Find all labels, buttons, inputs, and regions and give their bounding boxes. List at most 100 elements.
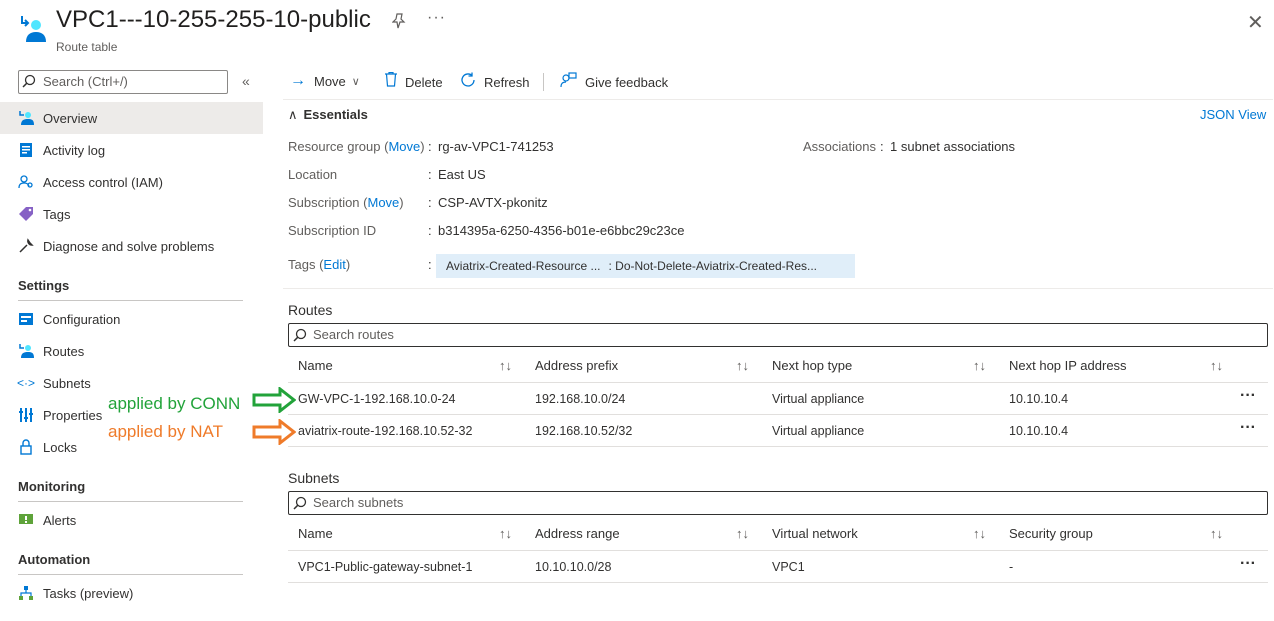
- sidebar-divider: [18, 501, 243, 502]
- row-divider: [288, 414, 1268, 415]
- routes-search-input[interactable]: Search routes: [288, 323, 1268, 347]
- row-more-icon[interactable]: ···: [1240, 555, 1256, 573]
- tags-edit-link[interactable]: Edit: [323, 257, 345, 272]
- associations-label: Associations: [803, 139, 876, 154]
- feedback-label: Give feedback: [585, 75, 669, 90]
- column-header-security-group[interactable]: Security group: [1009, 526, 1093, 541]
- sidebar-item-overview[interactable]: Overview: [0, 102, 263, 134]
- row-divider: [288, 582, 1268, 583]
- collapse-sidebar-icon[interactable]: «: [242, 73, 250, 89]
- route-table-icon: [18, 14, 46, 44]
- sidebar-section-automation: Automation: [18, 552, 91, 567]
- resource-group-label: Resource group (Move): [288, 139, 425, 154]
- subnets-search-input[interactable]: Search subnets: [288, 491, 1268, 515]
- wrench-icon: [18, 238, 34, 254]
- subscription-id-value: b314395a-6250-4356-b01e-e6bbc29c23ce: [438, 223, 685, 238]
- sort-icon[interactable]: ↑↓: [736, 358, 749, 373]
- sidebar-item-routes[interactable]: Routes: [0, 335, 263, 367]
- sidebar-item-tags[interactable]: Tags: [0, 198, 263, 230]
- routes-icon: [18, 343, 34, 359]
- give-feedback-button[interactable]: Give feedback: [560, 72, 668, 93]
- sidebar-divider: [18, 300, 243, 301]
- sort-icon[interactable]: ↑↓: [973, 358, 986, 373]
- sidebar-search-input[interactable]: Search (Ctrl+/): [18, 70, 228, 94]
- subnet-nsg-cell: -: [1009, 560, 1014, 574]
- colon: :: [428, 139, 432, 154]
- sidebar-item-label: Tasks (preview): [43, 585, 134, 601]
- search-icon: [293, 328, 307, 342]
- json-view-link[interactable]: JSON View: [1200, 107, 1266, 122]
- sort-icon[interactable]: ↑↓: [973, 526, 986, 541]
- more-options-icon[interactable]: ···: [427, 9, 446, 27]
- column-header-virtual-network[interactable]: Virtual network: [772, 526, 858, 541]
- sidebar-item-label: Properties: [43, 407, 103, 423]
- refresh-button[interactable]: Refresh: [460, 72, 530, 93]
- colon: :: [428, 167, 432, 182]
- tag-chip[interactable]: Aviatrix-Created-Resource ... : Do-Not-D…: [436, 254, 855, 278]
- subnets-title: Subnets: [288, 470, 340, 486]
- chevron-down-icon: ∨: [351, 75, 360, 88]
- close-icon[interactable]: ✕: [1247, 10, 1264, 35]
- column-header-address-prefix[interactable]: Address prefix: [535, 358, 618, 373]
- column-header-name[interactable]: Name: [298, 526, 333, 541]
- column-header-next-hop-ip[interactable]: Next hop IP address: [1009, 358, 1127, 373]
- arrow-right-icon: →: [290, 72, 306, 89]
- sidebar-item-label: Tags: [43, 206, 71, 222]
- sort-icon[interactable]: ↑↓: [499, 358, 512, 373]
- alerts-icon: [18, 512, 34, 528]
- sidebar-item-label: Locks: [43, 439, 77, 455]
- row-more-icon[interactable]: ···: [1240, 387, 1256, 405]
- colon: :: [880, 139, 884, 154]
- resource-group-move-link[interactable]: Move: [388, 139, 420, 154]
- row-divider: [288, 382, 1268, 383]
- resource-group-value[interactable]: rg-av-VPC1-741253: [438, 139, 554, 154]
- search-icon: [293, 496, 307, 510]
- colon: :: [428, 195, 432, 210]
- essentials-toggle[interactable]: ∧ Essentials: [288, 107, 368, 123]
- column-header-next-hop-type[interactable]: Next hop type: [772, 358, 852, 373]
- row-divider: [288, 446, 1268, 447]
- page-subtitle: Route table: [56, 40, 118, 54]
- annotation-nat: applied by NAT: [108, 422, 223, 441]
- sort-icon[interactable]: ↑↓: [499, 526, 512, 541]
- row-more-icon[interactable]: ···: [1240, 419, 1256, 437]
- routes-title: Routes: [288, 302, 333, 318]
- sidebar-divider: [18, 574, 243, 575]
- subscription-move-link[interactable]: Move: [368, 195, 400, 210]
- tasks-icon: [18, 585, 34, 601]
- configuration-icon: [18, 311, 34, 327]
- column-header-name[interactable]: Name: [298, 358, 333, 373]
- column-header-address-range[interactable]: Address range: [535, 526, 620, 541]
- refresh-icon: [460, 72, 476, 93]
- colon: :: [428, 257, 432, 272]
- move-button[interactable]: → Move ∨: [290, 72, 360, 90]
- pin-icon[interactable]: [391, 13, 406, 33]
- green-arrow-icon: [252, 385, 297, 416]
- sidebar-item-activity-log[interactable]: Activity log: [0, 134, 263, 166]
- delete-button[interactable]: Delete: [385, 71, 443, 92]
- associations-value: 1 subnet associations: [890, 139, 1016, 154]
- sidebar-item-label: Subnets: [43, 375, 91, 391]
- sidebar-item-tasks[interactable]: Tasks (preview): [0, 577, 263, 609]
- properties-icon: [18, 407, 34, 423]
- sort-icon[interactable]: ↑↓: [1210, 526, 1223, 541]
- sidebar-item-diagnose[interactable]: Diagnose and solve problems: [0, 230, 263, 262]
- subscription-id-label: Subscription ID: [288, 223, 377, 238]
- sidebar-item-configuration[interactable]: Configuration: [0, 303, 263, 335]
- sidebar-item-label: Configuration: [43, 311, 121, 327]
- sort-icon[interactable]: ↑↓: [1210, 358, 1223, 373]
- row-divider: [288, 550, 1268, 551]
- trash-icon: [385, 71, 397, 92]
- sort-icon[interactable]: ↑↓: [736, 526, 749, 541]
- sidebar-item-alerts[interactable]: Alerts: [0, 504, 263, 536]
- colon: :: [428, 223, 432, 238]
- section-divider: [283, 288, 1273, 289]
- tag-icon: [18, 206, 34, 222]
- sidebar-section-monitoring: Monitoring: [18, 479, 86, 494]
- subscription-value[interactable]: CSP-AVTX-pkonitz: [438, 195, 548, 210]
- route-hop-ip-cell: 10.10.10.4: [1009, 392, 1069, 406]
- tag-key: Aviatrix-Created-Resource ...: [446, 259, 601, 273]
- sidebar-item-label: Routes: [43, 343, 85, 359]
- sidebar-item-label: Access control (IAM): [43, 174, 163, 190]
- sidebar-item-access-control[interactable]: Access control (IAM): [0, 166, 263, 198]
